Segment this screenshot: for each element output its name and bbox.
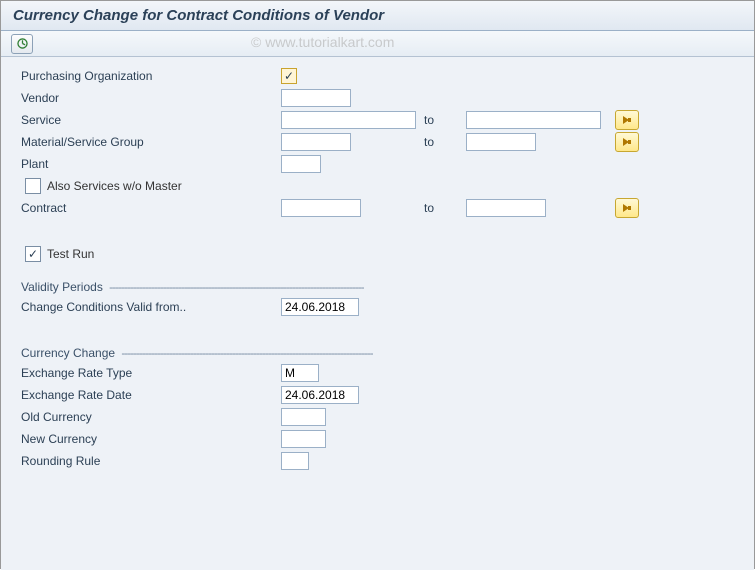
page-title: Currency Change for Contract Conditions … [13,7,742,24]
service-from-input[interactable] [281,111,416,129]
rate-date-label: Exchange Rate Date [21,388,281,402]
group-separator: ----------------------------------------… [107,280,364,294]
clock-execute-icon [16,37,29,50]
old-currency-label: Old Currency [21,410,281,424]
currency-change-title: Currency Change [21,346,115,360]
contract-label: Contract [21,201,281,215]
validity-periods-title: Validity Periods [21,280,103,294]
new-currency-label: New Currency [21,432,281,446]
contract-to-input[interactable] [466,199,546,217]
test-run-checkbox[interactable]: ✓ [25,246,41,262]
matgrp-from-input[interactable] [281,133,351,151]
currency-change-group: Currency Change ------------------------… [21,344,734,362]
title-bar: Currency Change for Contract Conditions … [1,1,754,31]
change-valid-from-input[interactable] [281,298,359,316]
purch-org-required-checkbox[interactable]: ✓ [281,68,297,84]
plant-label: Plant [21,157,281,171]
test-run-label: Test Run [47,247,94,261]
matgrp-to-input[interactable] [466,133,536,151]
rate-date-input[interactable] [281,386,359,404]
vendor-input[interactable] [281,89,351,107]
selection-screen: Purchasing Organization ✓ Vendor Service… [1,57,754,570]
watermark-text: © www.tutorialkart.com [251,34,394,50]
arrow-right-icon [621,114,633,126]
group-separator: ----------------------------------------… [119,346,373,360]
matgrp-to-label: to [416,135,466,149]
execute-button[interactable] [11,34,33,54]
purch-org-label: Purchasing Organization [21,69,281,83]
plant-input[interactable] [281,155,321,173]
application-toolbar: © www.tutorialkart.com [1,31,754,57]
old-currency-input[interactable] [281,408,326,426]
service-to-label: to [416,113,466,127]
contract-from-input[interactable] [281,199,361,217]
service-multiple-selection-button[interactable] [615,110,639,130]
change-valid-from-label: Change Conditions Valid from.. [21,300,281,314]
contract-to-label: to [416,201,466,215]
validity-periods-group: Validity Periods -----------------------… [21,278,734,296]
matgrp-label: Material/Service Group [21,135,281,149]
rate-type-input[interactable] [281,364,319,382]
rounding-rule-label: Rounding Rule [21,454,281,468]
vendor-label: Vendor [21,91,281,105]
service-label: Service [21,113,281,127]
arrow-right-icon [621,202,633,214]
service-to-input[interactable] [466,111,601,129]
rate-type-label: Exchange Rate Type [21,366,281,380]
also-services-checkbox[interactable] [25,178,41,194]
arrow-right-icon [621,136,633,148]
contract-multiple-selection-button[interactable] [615,198,639,218]
rounding-rule-input[interactable] [281,452,309,470]
matgrp-multiple-selection-button[interactable] [615,132,639,152]
new-currency-input[interactable] [281,430,326,448]
also-services-label: Also Services w/o Master [47,179,182,193]
